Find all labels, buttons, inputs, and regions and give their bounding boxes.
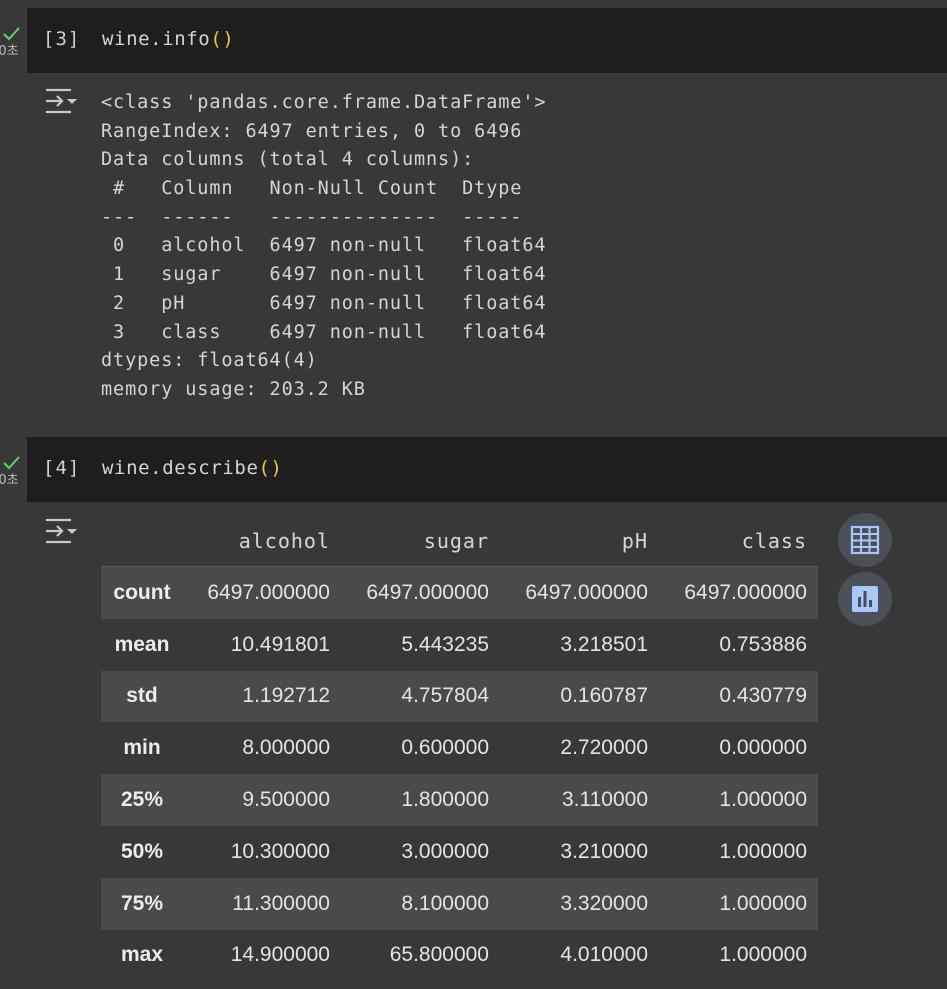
output-line: 0 alcohol 6497 non-null float64	[101, 235, 547, 257]
cell-4-code[interactable]: wine.describe()	[102, 457, 283, 479]
row-label: max	[120, 943, 164, 967]
table-cell: 8.100000	[401, 891, 489, 915]
cell-4-code-parens: ()	[258, 457, 283, 479]
cell-4-exec-count[interactable]: [4]	[43, 457, 80, 479]
table-cell: 1.000000	[719, 943, 807, 967]
table-cell: 3.210000	[560, 839, 648, 863]
row-label: 75%	[120, 891, 164, 915]
row-label: min	[123, 736, 161, 760]
table-cell: 14.900000	[230, 943, 330, 967]
table-cell: 0.000000	[719, 736, 807, 760]
output-line: # Column Non-Null Count Dtype	[101, 178, 547, 200]
row-label: mean	[114, 632, 170, 656]
table-cell: 1.800000	[401, 788, 489, 812]
table-grid-icon	[850, 525, 880, 555]
table-cell: 2.720000	[560, 736, 648, 760]
table-cell: 65.800000	[389, 943, 489, 967]
table-cell: 6497.000000	[366, 580, 489, 604]
describe-table: alcohol sugar pH class count 6497.000000…	[101, 516, 818, 982]
output-line: Data columns (total 4 columns):	[101, 149, 475, 171]
code-cell-3[interactable]: [3] wine.info()	[27, 8, 947, 73]
output-line: RangeIndex: 6497 entries, 0 to 6496	[101, 120, 523, 142]
table-cell: 0.753886	[719, 632, 807, 656]
row-label: 25%	[120, 788, 164, 812]
table-row: 50% 10.300000 3.000000 3.210000 1.000000	[101, 825, 818, 878]
output-line: <class 'pandas.core.frame.DataFrame'>	[101, 92, 547, 113]
output-line: memory usage: 203.2 KB	[101, 378, 366, 400]
output-line: 1 sugar 6497 non-null float64	[101, 264, 547, 286]
table-cell: 4.757804	[401, 684, 489, 708]
bar-chart-icon	[852, 586, 878, 612]
table-cell: 1.192712	[242, 684, 330, 708]
table-row: std 1.192712 4.757804 0.160787 0.430779	[101, 670, 818, 723]
index-header	[101, 516, 183, 567]
output-line: --- ------ -------------- -----	[101, 206, 547, 228]
column-header: pH	[500, 516, 659, 567]
row-label: count	[113, 580, 171, 604]
table-row: min 8.000000 0.600000 2.720000 0.000000	[101, 722, 818, 775]
table-header-row: alcohol sugar pH class	[101, 516, 818, 567]
table-cell: 0.430779	[719, 684, 807, 708]
table-cell: 3.110000	[561, 788, 648, 812]
table-row: 75% 11.300000 8.100000 3.320000 1.000000	[101, 877, 818, 930]
output-line: dtypes: float64(4)	[101, 350, 318, 372]
cell-4-exec-time: 0초	[0, 473, 19, 488]
output-collapse-icon[interactable]	[44, 517, 80, 547]
output-collapse-icon[interactable]	[44, 87, 80, 117]
top-strip	[0, 0, 947, 8]
cell-3-exec-time: 0초	[0, 44, 19, 59]
table-cell: 10.300000	[230, 839, 330, 863]
row-label: 50%	[120, 839, 164, 863]
cell-4-code-text: wine.describe	[102, 457, 259, 479]
cell-4-status: 0초	[0, 455, 24, 488]
table-cell: 1.000000	[719, 839, 807, 863]
table-row: mean 10.491801 5.443235 3.218501 0.75388…	[101, 618, 818, 671]
cell-3-code[interactable]: wine.info()	[102, 28, 234, 50]
table-cell: 11.300000	[232, 891, 330, 915]
table-cell: 0.160787	[560, 684, 648, 708]
table-cell: 6497.000000	[684, 580, 807, 604]
table-cell: 1.000000	[719, 891, 807, 915]
column-header: sugar	[341, 516, 500, 567]
table-cell: 3.320000	[560, 891, 648, 915]
cell-3-code-parens: ()	[210, 28, 235, 50]
table-cell: 6497.000000	[525, 580, 648, 604]
output-line: 2 pH 6497 non-null float64	[101, 292, 547, 314]
cell-3-output: <class 'pandas.core.frame.DataFrame'> Ran…	[101, 89, 546, 405]
cell-3-exec-count[interactable]: [3]	[43, 28, 80, 50]
output-line: 3 class 6497 non-null float64	[101, 321, 547, 343]
table-cell: 4.010000	[560, 943, 648, 967]
code-cell-4[interactable]: [4] wine.describe()	[27, 437, 947, 502]
column-header: class	[659, 516, 818, 567]
cell-3-status: 0초	[0, 26, 24, 59]
table-cell: 9.500000	[242, 788, 330, 812]
table-cell: 6497.000000	[207, 580, 330, 604]
suggest-charts-button[interactable]	[838, 572, 892, 626]
table-cell: 3.000000	[401, 839, 489, 863]
table-row: max 14.900000 65.800000 4.010000 1.00000…	[101, 929, 818, 982]
table-row: count 6497.000000 6497.000000 6497.00000…	[101, 566, 818, 619]
table-cell: 3.218501	[560, 632, 648, 656]
table-cell: 5.443235	[401, 632, 489, 656]
table-cell: 8.000000	[242, 736, 330, 760]
table-cell: 0.600000	[401, 736, 489, 760]
convert-to-table-button[interactable]	[838, 513, 892, 567]
cell-3-code-text: wine.info	[102, 28, 211, 50]
column-header: alcohol	[183, 516, 341, 567]
table-row: 25% 9.500000 1.800000 3.110000 1.000000	[101, 774, 818, 826]
table-cell: 10.491801	[230, 632, 330, 656]
table-cell: 1.000000	[719, 788, 807, 812]
row-label: std	[126, 684, 158, 708]
